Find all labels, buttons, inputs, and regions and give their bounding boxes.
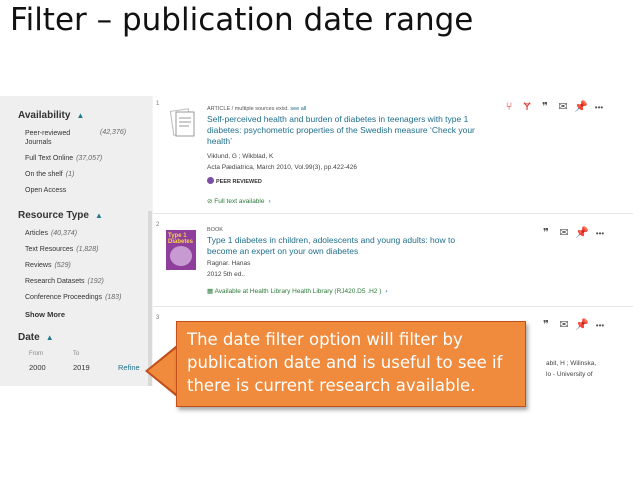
result-actions: ⑂ Ɏ ❞ ✉ 📌 ••• [500, 100, 608, 113]
email-icon[interactable]: ✉ [555, 318, 573, 331]
result-authors: Viklund, G ; Wikblad, K [207, 153, 274, 160]
result-authors: Ragnar. Hanas [207, 260, 251, 267]
result-card-2[interactable]: 2 Type 1 Diabetes BOOK Type 1 diabetes i… [153, 215, 633, 307]
availability-link[interactable]: ⊘ Full text available › [207, 197, 271, 205]
facet-availability-heading[interactable]: Availability ▲ [18, 110, 84, 121]
facet-item-reviews[interactable]: Reviews (529) [25, 261, 71, 270]
pin-icon[interactable]: 📌 [572, 100, 590, 113]
more-actions-icon[interactable]: ••• [591, 321, 609, 330]
more-actions-icon[interactable]: ••• [591, 229, 609, 238]
date-from-label: From [29, 351, 43, 357]
result-source-partial: lo - University of [546, 371, 593, 378]
result-index: 3 [156, 315, 160, 321]
facet-item-conference-proceedings[interactable]: Conference Proceedings (183) [25, 293, 121, 302]
facet-item-peer-reviewed-line2[interactable]: Journals [25, 138, 51, 147]
email-icon[interactable]: ✉ [554, 100, 572, 113]
availability-link[interactable]: ▦ Available at Health Library Health Lib… [207, 287, 388, 295]
result-source: Acta Pædiatrica, March 2010, Vol.99(3), … [207, 164, 357, 171]
chevron-up-icon[interactable]: ▲ [95, 211, 103, 220]
cited-by-icon[interactable]: Ɏ [518, 101, 536, 113]
citation-trail-icon[interactable]: ⑂ [500, 101, 518, 113]
result-source: 2012 5th ed.. [207, 271, 245, 278]
result-index: 2 [156, 222, 160, 228]
chevron-right-icon: › [385, 288, 388, 295]
result-actions: ❞ ✉ 📌 ••• [537, 226, 609, 239]
callout-arrow [148, 347, 178, 395]
result-title-link[interactable]: Self-perceived health and burden of diab… [207, 114, 502, 147]
date-to-input[interactable]: 2019 [73, 363, 90, 372]
result-title-link[interactable]: Type 1 diabetes in children, adolescents… [207, 235, 502, 257]
refine-button[interactable]: Refine [118, 363, 140, 372]
chevron-up-icon[interactable]: ▲ [46, 333, 54, 342]
article-thumbnail-icon [169, 108, 195, 137]
result-type: BOOK [207, 227, 223, 233]
cite-icon[interactable]: ❞ [537, 318, 555, 331]
facet-item-text-resources[interactable]: Text Resources (1,828) [25, 245, 98, 254]
result-authors-partial: abit, H ; Wilinska, [546, 360, 597, 367]
facet-heading-label: Availability [18, 110, 71, 121]
filter-sidebar: Availability ▲ Peer-reviewed (42,376) Jou… [0, 96, 152, 386]
cite-icon[interactable]: ❞ [537, 226, 555, 239]
date-filter-callout: The date filter option will filter by pu… [176, 321, 526, 407]
slide-title: Filter – publication date range [10, 2, 474, 38]
more-actions-icon[interactable]: ••• [590, 103, 608, 112]
result-card-1[interactable]: 1 ARTICLE / multiple sources exist. see … [153, 96, 633, 214]
peer-reviewed-badge: PEER REVIEWED [207, 177, 262, 185]
facet-heading-label: Resource Type [18, 210, 89, 221]
see-all-link[interactable]: see all [290, 106, 306, 112]
facet-item-peer-reviewed[interactable]: Peer-reviewed [25, 129, 70, 138]
pin-icon[interactable]: 📌 [573, 226, 591, 239]
facet-count: (42,376) [100, 129, 127, 136]
date-from-input[interactable]: 2000 [29, 363, 46, 372]
result-type: ARTICLE / multiple sources exist. see al… [207, 106, 307, 112]
facet-item-full-text[interactable]: Full Text Online (37,057) [25, 154, 102, 163]
result-index: 1 [156, 101, 160, 107]
peer-reviewed-icon [207, 177, 214, 184]
result-actions: ❞ ✉ 📌 ••• [537, 318, 609, 331]
library-icon: ▦ [207, 288, 215, 295]
date-to-label: To [73, 351, 80, 357]
chevron-right-icon: › [268, 198, 271, 205]
facet-heading-label: Date [18, 332, 40, 343]
email-icon[interactable]: ✉ [555, 226, 573, 239]
facet-item-articles[interactable]: Articles (40,374) [25, 229, 77, 238]
facet-item-research-datasets[interactable]: Research Datasets (192) [25, 277, 104, 286]
pin-icon[interactable]: 📌 [573, 318, 591, 331]
book-cover-image: Type 1 Diabetes [166, 230, 196, 270]
chevron-up-icon[interactable]: ▲ [76, 111, 84, 120]
facet-item-open-access[interactable]: Open Access [25, 186, 66, 195]
facet-resource-type-heading[interactable]: Resource Type ▲ [18, 210, 103, 221]
show-more-link[interactable]: Show More [25, 310, 65, 319]
facet-date-heading[interactable]: Date ▲ [18, 332, 54, 343]
cite-icon[interactable]: ❞ [536, 100, 554, 113]
facet-item-on-shelf[interactable]: On the shelf (1) [25, 170, 74, 179]
